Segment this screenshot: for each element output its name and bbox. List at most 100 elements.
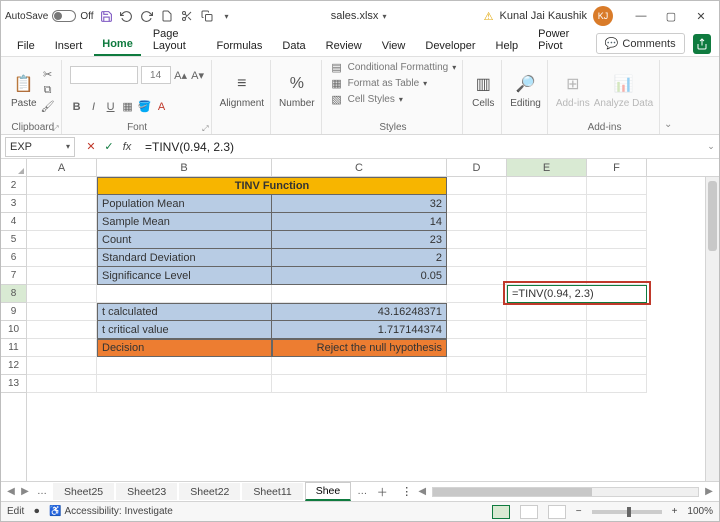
ribbon-collapse-icon[interactable]: ⌄ (662, 60, 674, 134)
cell[interactable] (27, 177, 97, 195)
warning-icon[interactable]: ⚠ (484, 10, 494, 23)
user-avatar[interactable]: KJ (593, 6, 613, 26)
cell[interactable] (507, 321, 587, 339)
cell[interactable] (27, 195, 97, 213)
name-box[interactable]: EXP▾ (5, 137, 75, 157)
row-header[interactable]: 5 (1, 231, 26, 249)
cell-label[interactable]: Count (97, 231, 272, 249)
cell[interactable] (27, 339, 97, 357)
active-cell[interactable]: =TINV(0.94, 2.3) (507, 285, 647, 303)
editing-button[interactable]: 🔎Editing (510, 72, 541, 109)
row-header[interactable]: 9 (1, 303, 26, 321)
cell[interactable] (507, 213, 587, 231)
decrease-font-icon[interactable]: A▾ (191, 68, 205, 82)
number-button[interactable]: %Number (279, 72, 315, 109)
cell[interactable] (27, 285, 97, 303)
row-header[interactable]: 7 (1, 267, 26, 285)
row-header[interactable]: 13 (1, 375, 26, 393)
sheet-nav-more-icon[interactable]: … (33, 486, 51, 497)
cell[interactable] (27, 249, 97, 267)
italic-icon[interactable]: I (87, 100, 101, 114)
paste-button[interactable]: 📋 Paste (11, 72, 37, 109)
hscroll-left-icon[interactable]: ◀ (416, 486, 428, 497)
cell-label[interactable]: Sample Mean (97, 213, 272, 231)
row-header[interactable]: 6 (1, 249, 26, 267)
cell[interactable] (587, 339, 647, 357)
sheet-nav-next-icon[interactable]: ▶ (19, 486, 31, 497)
row-header[interactable]: 11 (1, 339, 26, 357)
cell[interactable] (587, 195, 647, 213)
tab-data[interactable]: Data (274, 36, 313, 56)
increase-font-icon[interactable]: A▴ (174, 68, 188, 82)
cell[interactable] (507, 177, 587, 195)
cell[interactable] (272, 357, 447, 375)
cell[interactable] (507, 195, 587, 213)
col-header-e[interactable]: E (507, 159, 587, 176)
sheet-nav-prev-icon[interactable]: ◀ (5, 486, 17, 497)
cell[interactable] (447, 375, 507, 393)
fx-button[interactable]: fx (119, 139, 135, 155)
cell[interactable] (447, 267, 507, 285)
cell[interactable] (447, 177, 507, 195)
new-file-icon[interactable] (160, 9, 174, 23)
cell[interactable] (447, 321, 507, 339)
hscroll-right-icon[interactable]: ▶ (703, 486, 715, 497)
sheet-tab[interactable]: Sheet23 (116, 483, 177, 500)
cell[interactable] (27, 303, 97, 321)
cell[interactable] (272, 285, 447, 303)
horizontal-scrollbar[interactable] (432, 487, 699, 497)
expand-formula-bar-icon[interactable]: ⌄ (703, 141, 719, 152)
tab-page-layout[interactable]: Page Layout (145, 24, 205, 56)
cell[interactable] (507, 375, 587, 393)
cell-value[interactable]: 43.16248371 (272, 303, 447, 321)
row-header[interactable]: 12 (1, 357, 26, 375)
confirm-formula-button[interactable]: ✓ (101, 139, 117, 155)
cell[interactable] (447, 303, 507, 321)
format-painter-icon[interactable]: 🖌 (41, 99, 55, 113)
close-button[interactable]: ✕ (687, 6, 715, 26)
sheet-tab[interactable]: Sheet11 (242, 483, 302, 500)
tab-view[interactable]: View (374, 36, 414, 56)
cell[interactable] (97, 357, 272, 375)
border-icon[interactable]: ▦ (121, 100, 135, 114)
cell[interactable] (507, 231, 587, 249)
cell[interactable] (507, 249, 587, 267)
font-name-dropdown[interactable] (70, 66, 138, 84)
tab-home[interactable]: Home (94, 34, 141, 56)
macro-record-icon[interactable]: ⏺ (34, 506, 39, 517)
cell[interactable] (447, 231, 507, 249)
cell-styles-button[interactable]: ▧Cell Styles▾ (330, 92, 403, 106)
copy-icon[interactable] (200, 9, 214, 23)
cell-value[interactable]: 14 (272, 213, 447, 231)
cell[interactable] (507, 303, 587, 321)
cell[interactable] (587, 231, 647, 249)
save-icon[interactable] (100, 9, 114, 23)
row-header[interactable]: 3 (1, 195, 26, 213)
cell[interactable] (587, 375, 647, 393)
tab-file[interactable]: File (9, 36, 43, 56)
cell-label[interactable]: Standard Deviation (97, 249, 272, 267)
cell-value[interactable]: 32 (272, 195, 447, 213)
share-button[interactable] (693, 34, 711, 54)
tab-help[interactable]: Help (488, 36, 527, 56)
cell[interactable] (97, 285, 272, 303)
tab-developer[interactable]: Developer (417, 36, 483, 56)
cell[interactable] (27, 357, 97, 375)
sheet-tab[interactable]: Sheet25 (53, 483, 114, 500)
addins-button[interactable]: ⊞Add-ins (556, 72, 590, 109)
underline-icon[interactable]: U (104, 100, 118, 114)
page-break-view-button[interactable] (548, 505, 566, 519)
row-header[interactable]: 10 (1, 321, 26, 339)
filename-dropdown-icon[interactable]: ▾ (382, 12, 386, 21)
user-name[interactable]: Kunal Jai Kaushik (500, 10, 587, 22)
alignment-button[interactable]: ≡Alignment (220, 72, 264, 109)
select-all-cell[interactable] (1, 159, 27, 176)
zoom-level[interactable]: 100% (687, 506, 713, 517)
format-as-table-button[interactable]: ▦Format as Table▾ (330, 76, 428, 90)
zoom-in-button[interactable]: + (672, 506, 678, 517)
row-header[interactable]: 4 (1, 213, 26, 231)
cell-label[interactable]: t calculated (97, 303, 272, 321)
cell[interactable] (27, 321, 97, 339)
row-header[interactable]: 8 (1, 285, 26, 303)
cell-label[interactable]: Significance Level (97, 267, 272, 285)
